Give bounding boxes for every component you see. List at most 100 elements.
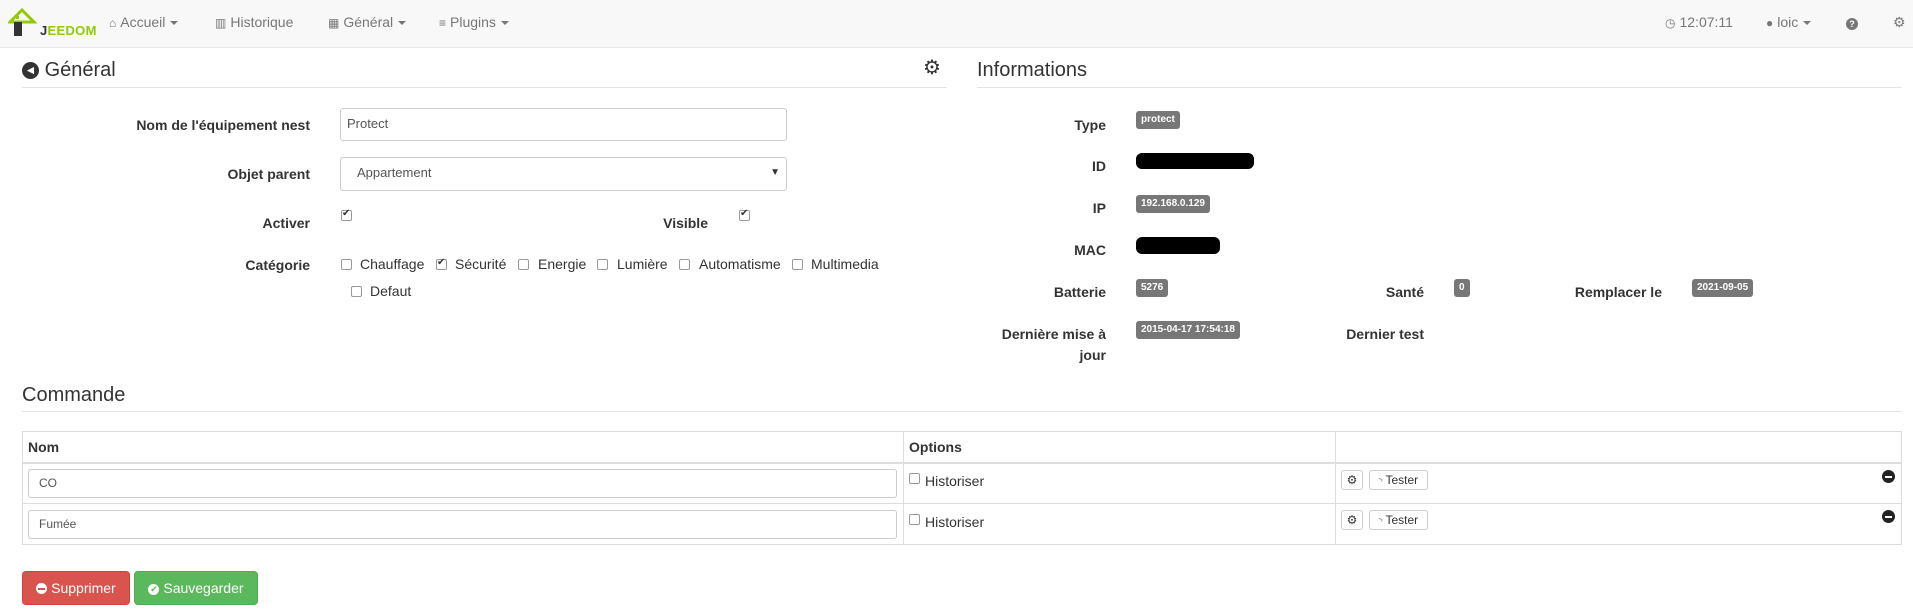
gears-icon: ⚙ (1346, 473, 1358, 487)
ip-label: IP (1092, 200, 1106, 216)
activer-label: Activer (262, 215, 310, 231)
category-securite-label: Sécurité (455, 256, 507, 272)
ip-badge: 192.168.0.129 (1136, 195, 1210, 213)
commande-title: Commande (22, 384, 126, 406)
minus-circle-icon (36, 583, 48, 594)
table-row-divider (22, 503, 1902, 504)
informations-title: Informations (977, 59, 1088, 81)
grid-icon: ▦ (328, 16, 340, 30)
user-icon: ● (1766, 16, 1774, 30)
category-automatisme-label: Automatisme (699, 256, 781, 272)
type-label: Type (1074, 117, 1106, 133)
dernier-test-label: Dernier test (1346, 326, 1424, 342)
activer-checkbox[interactable] (341, 208, 352, 221)
caret-down-icon (500, 21, 509, 26)
parent-object-select[interactable]: Appartement ▼ (340, 157, 787, 191)
check-circle-icon: ✔ (148, 584, 160, 595)
redacted-id (1136, 153, 1254, 169)
table-header-divider (22, 462, 1902, 464)
divider (22, 87, 947, 88)
remplacer-label: Remplacer le (1574, 284, 1662, 300)
categorie-label: Catégorie (245, 257, 310, 273)
list-icon: ≡ (439, 16, 447, 30)
batterie-badge: 5276 (1136, 279, 1169, 297)
divider (22, 411, 1902, 412)
command-name-input[interactable]: Fumée (28, 510, 897, 539)
category-multimedia-label: Multimedia (811, 256, 879, 272)
category-energie-checkbox[interactable] (518, 259, 529, 270)
id-label: ID (1092, 158, 1106, 174)
rss-icon: ◝ (1378, 516, 1383, 526)
category-defaut-checkbox[interactable] (351, 286, 362, 297)
category-lumiere-checkbox[interactable] (597, 259, 608, 270)
category-defaut-label: Defaut (370, 283, 412, 299)
category-multimedia-checkbox[interactable] (792, 259, 803, 270)
maj-badge: 2015-04-17 17:54:18 (1136, 321, 1240, 339)
house-logo-icon (6, 7, 38, 36)
category-chauffage-checkbox[interactable] (341, 259, 352, 270)
advanced-config-icon[interactable]: ⚙ (923, 55, 941, 80)
type-badge: protect (1136, 111, 1180, 129)
nav-plugins[interactable]: ≡ Plugins (439, 14, 509, 30)
category-chauffage-label: Chauffage (360, 256, 425, 272)
general-title: ◄ Général (22, 59, 116, 82)
save-button[interactable]: ✔ Sauvegarder (134, 571, 258, 605)
name-label: Nom de l'équipement nest (136, 117, 310, 133)
table-col-divider (903, 431, 904, 545)
historiser-checkbox[interactable] (909, 514, 920, 525)
historiser-label: Historiser (925, 514, 985, 530)
user-menu[interactable]: ● loic (1766, 14, 1812, 30)
home-icon: ⌂ (109, 16, 117, 30)
settings-button[interactable]: ⚙ (1893, 14, 1906, 31)
maj-label-1: Dernière mise à (1001, 326, 1106, 342)
jeedom-logo[interactable]: JEEDOM (6, 6, 96, 40)
caret-down-icon (1803, 21, 1812, 26)
bar-chart-icon: ▥ (215, 16, 227, 30)
sante-label: Santé (1385, 284, 1424, 300)
remove-command-icon[interactable] (1882, 510, 1895, 523)
caret-down-icon (170, 21, 179, 26)
batterie-label: Batterie (1053, 284, 1106, 300)
category-automatisme-checkbox[interactable] (679, 259, 690, 270)
rss-icon: ◝ (1378, 476, 1383, 486)
delete-button[interactable]: Supprimer (22, 571, 130, 605)
clock: ◷ 12:07:11 (1665, 14, 1733, 30)
top-navbar: JEEDOM ⌂ Accueil ▥ Historique ▦ Général ≡ Pl… (0, 0, 1913, 48)
table-col-divider (1335, 431, 1336, 545)
gears-icon: ⚙ (1346, 513, 1358, 527)
header-nom: Nom (28, 439, 60, 455)
caret-down-icon (398, 21, 407, 26)
command-config-button[interactable]: ⚙ (1341, 510, 1363, 530)
clock-icon: ◷ (1665, 16, 1676, 30)
nav-historique[interactable]: ▥ Historique (215, 14, 293, 30)
back-arrow-icon[interactable]: ◄ (22, 62, 39, 79)
redacted-mac (1136, 237, 1220, 254)
logo-text: JEEDOM (40, 23, 97, 38)
parent-label: Objet parent (227, 166, 310, 182)
category-securite-checkbox[interactable] (436, 257, 447, 270)
visible-checkbox[interactable] (739, 208, 750, 221)
sante-badge: 0 (1454, 279, 1470, 297)
divider (977, 87, 1902, 88)
remplacer-badge: 2021-09-05 (1692, 279, 1754, 297)
historiser-label: Historiser (925, 473, 985, 489)
test-command-button[interactable]: ◝ Tester (1369, 510, 1428, 530)
category-energie-label: Energie (538, 256, 587, 272)
command-config-button[interactable]: ⚙ (1341, 470, 1363, 490)
gear-icon: ⚙ (1893, 14, 1906, 30)
question-icon: ? (1846, 18, 1858, 30)
remove-command-icon[interactable] (1882, 470, 1895, 483)
help-button[interactable]: ? (1846, 14, 1858, 30)
nav-accueil[interactable]: ⌂ Accueil (109, 14, 179, 30)
select-arrow-icon: ▼ (770, 167, 780, 178)
visible-label: Visible (663, 215, 708, 231)
nav-general[interactable]: ▦ Général (328, 14, 407, 30)
category-lumiere-label: Lumière (617, 256, 668, 272)
historiser-checkbox[interactable] (909, 473, 920, 484)
maj-label-2: jour (1079, 347, 1106, 363)
command-name-input[interactable]: CO (28, 469, 897, 498)
equipment-name-input[interactable]: Protect (340, 108, 787, 141)
test-command-button[interactable]: ◝ Tester (1369, 470, 1428, 490)
mac-label: MAC (1074, 242, 1106, 258)
header-options: Options (909, 439, 962, 455)
